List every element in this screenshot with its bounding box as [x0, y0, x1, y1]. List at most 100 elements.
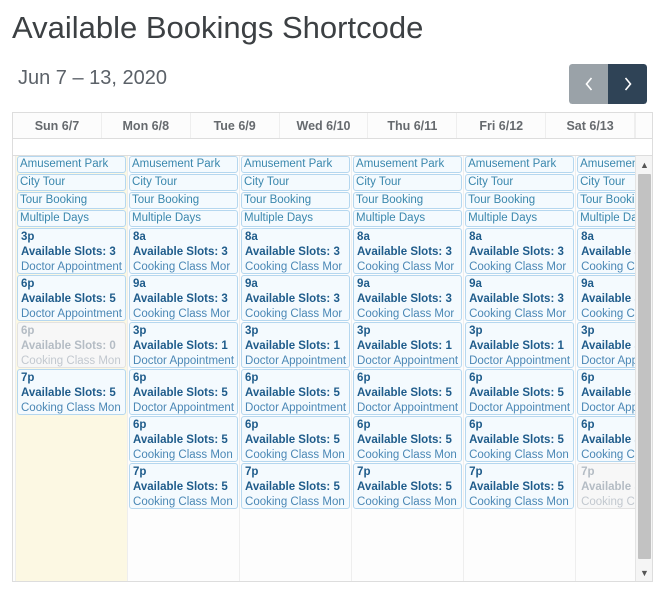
event-available-slots: Available Slots: 5 [245, 387, 340, 399]
timed-event[interactable]: 7p Available Slots: 5 Cooking Class Mon [17, 369, 127, 415]
timed-event[interactable]: 6p Available Slots: 5 Cooking Class Mon [129, 416, 239, 462]
event-time: 8a [245, 231, 258, 243]
timed-event[interactable]: 6p Available Slots: 5 Doctor Appointment [17, 275, 127, 321]
event-available-slots: Available Slots: 3 [357, 246, 452, 258]
event-title: Doctor Appointment [21, 308, 123, 320]
timed-event[interactable]: 3p Available Slots: 1 Doctor Appointment [241, 322, 351, 368]
all-day-event[interactable]: Multiple Days [17, 210, 127, 227]
all-day-event[interactable]: Multiple Days [241, 210, 351, 227]
event-time: 7p [469, 466, 483, 478]
timed-event[interactable]: 6p Available Slots: 5 Cooking Class Mon [353, 416, 463, 462]
timed-event[interactable]: 8a Available Slots: 3 Cooking Class Mor [353, 228, 463, 274]
day-column-thu[interactable]: Amusement Park City Tour Tour Booking Multi… [352, 156, 465, 581]
timed-event[interactable]: 6p Available Slots: 5 Cooking Class Mon [241, 416, 351, 462]
event-time: 6p [469, 419, 483, 431]
scroll-up-arrow[interactable]: ▲ [636, 156, 652, 173]
event-available-slots: Available Slots: 3 [245, 246, 340, 258]
timed-event[interactable]: 7p Available Slots: 5 Cooking Class Mon [353, 463, 463, 509]
event-time: 3p [133, 325, 147, 337]
timed-event[interactable]: 6p Available Slots: 5 Doctor Appointment [353, 369, 463, 415]
vertical-scrollbar[interactable]: ▲ ▼ [635, 156, 652, 581]
timed-event[interactable]: 7p Available Slots: 5 Cooking Class Mon [129, 463, 239, 509]
event-time: 3p [469, 325, 483, 337]
timed-event[interactable]: 7p Available Slots: 5 Cooking Class Mon [241, 463, 351, 509]
event-title: Doctor Appointment [245, 402, 347, 414]
previous-week-button[interactable] [569, 64, 608, 104]
all-day-event[interactable]: City Tour [129, 174, 239, 191]
day-header-sun[interactable]: Sun 6/7 [13, 113, 102, 138]
event-time: 3p [21, 231, 35, 243]
all-day-event[interactable]: City Tour [241, 174, 351, 191]
timed-event[interactable]: 6p Available Slots: 5 Doctor Appointment [241, 369, 351, 415]
day-column-tue[interactable]: Amusement Park City Tour Tour Booking Multi… [128, 156, 241, 581]
day-header-wed[interactable]: Wed 6/10 [280, 113, 369, 138]
day-header-fri[interactable]: Fri 6/12 [457, 113, 547, 138]
event-available-slots: Available Slots: 3 [357, 293, 452, 305]
event-available-slots: Available Slots: 1 [469, 340, 564, 352]
event-title: Cooking Class Mon [21, 402, 121, 414]
day-column-fri[interactable]: Amusement Park City Tour Tour Booking Multi… [464, 156, 577, 581]
event-time: 7p [21, 372, 35, 384]
event-title: Doctor Appointment [357, 402, 459, 414]
event-title: Doctor Appointment [245, 355, 347, 367]
timed-event[interactable]: 9a Available Slots: 3 Cooking Class Mor [465, 275, 575, 321]
day-header-thu[interactable]: Thu 6/11 [368, 113, 458, 138]
scroll-down-arrow[interactable]: ▼ [636, 564, 652, 581]
timed-event[interactable]: 3p Available Slots: 1 Doctor Appointment [353, 322, 463, 368]
all-day-event[interactable]: Amusement Park [465, 156, 575, 173]
all-day-event[interactable]: Tour Booking [353, 192, 463, 209]
all-day-event[interactable]: Multiple Days [465, 210, 575, 227]
all-day-event[interactable]: Multiple Days [353, 210, 463, 227]
timed-event[interactable]: 7p Available Slots: 5 Cooking Class Mon [465, 463, 575, 509]
event-title: Cooking Class Mor [133, 261, 231, 273]
all-day-event[interactable]: Amusement Park [129, 156, 239, 173]
event-title: Cooking Class Mor [133, 308, 231, 320]
all-day-event[interactable]: City Tour [465, 174, 575, 191]
event-time: 8a [469, 231, 482, 243]
timed-event[interactable]: 9a Available Slots: 3 Cooking Class Mor [241, 275, 351, 321]
day-header-sat[interactable]: Sat 6/13 [546, 113, 636, 138]
timed-event[interactable]: 8a Available Slots: 3 Cooking Class Mor [465, 228, 575, 274]
day-column-mon[interactable]: Amusement Park City Tour Tour Booking Multi… [16, 156, 129, 581]
timed-event[interactable]: 6p Available Slots: 0 Cooking Class Mon [17, 322, 127, 368]
all-day-event[interactable]: Tour Booking [241, 192, 351, 209]
all-day-event[interactable]: Tour Booking [17, 192, 127, 209]
event-available-slots: Available Slots: 3 [21, 246, 116, 258]
all-day-event[interactable]: City Tour [353, 174, 463, 191]
all-day-event[interactable]: City Tour [17, 174, 127, 191]
timed-event[interactable]: 8a Available Slots: 3 Cooking Class Mor [129, 228, 239, 274]
all-day-event[interactable]: Tour Booking [129, 192, 239, 209]
day-column-wed[interactable]: Amusement Park City Tour Tour Booking Multi… [240, 156, 353, 581]
timed-event[interactable]: 3p Available Slots: 1 Doctor Appointment [465, 322, 575, 368]
timed-event[interactable]: 3p Available Slots: 1 Doctor Appointment [129, 322, 239, 368]
all-day-event[interactable]: Amusement Park [353, 156, 463, 173]
timed-event[interactable]: 6p Available Slots: 5 Doctor Appointment [465, 369, 575, 415]
event-title: Doctor Appointment [133, 355, 235, 367]
event-time: 9a [357, 278, 370, 290]
all-day-event[interactable]: Amusement Park [17, 156, 127, 173]
timed-event[interactable]: 3p Available Slots: 3 Doctor Appointment [17, 228, 127, 274]
event-title: Doctor Appointment [469, 355, 571, 367]
event-available-slots: Available Slots: 3 [133, 246, 228, 258]
timed-event[interactable]: 6p Available Slots: 5 Cooking Class Mon [465, 416, 575, 462]
timed-event[interactable]: 9a Available Slots: 3 Cooking Class Mor [353, 275, 463, 321]
event-title: Cooking Class Mon [245, 449, 345, 461]
event-time: 9a [133, 278, 146, 290]
all-day-gutter [13, 139, 652, 156]
all-day-event[interactable]: Tour Booking [465, 192, 575, 209]
event-available-slots: Available Slots: 5 [245, 434, 340, 446]
event-available-slots: Available Slots: 5 [245, 481, 340, 493]
event-title: Doctor Appointment [133, 402, 235, 414]
scrollbar-thumb[interactable] [638, 174, 651, 559]
next-week-button[interactable] [608, 64, 647, 104]
calendar-toolbar: Jun 7 – 13, 2020 [12, 64, 655, 104]
event-title: Cooking Class Mor [245, 261, 343, 273]
event-title: Cooking Class Mor [357, 308, 455, 320]
day-header-tue[interactable]: Tue 6/9 [191, 113, 280, 138]
timed-event[interactable]: 8a Available Slots: 3 Cooking Class Mor [241, 228, 351, 274]
all-day-event[interactable]: Amusement Park [241, 156, 351, 173]
timed-event[interactable]: 6p Available Slots: 5 Doctor Appointment [129, 369, 239, 415]
day-header-mon[interactable]: Mon 6/8 [102, 113, 191, 138]
all-day-event[interactable]: Multiple Days [129, 210, 239, 227]
timed-event[interactable]: 9a Available Slots: 3 Cooking Class Mor [129, 275, 239, 321]
